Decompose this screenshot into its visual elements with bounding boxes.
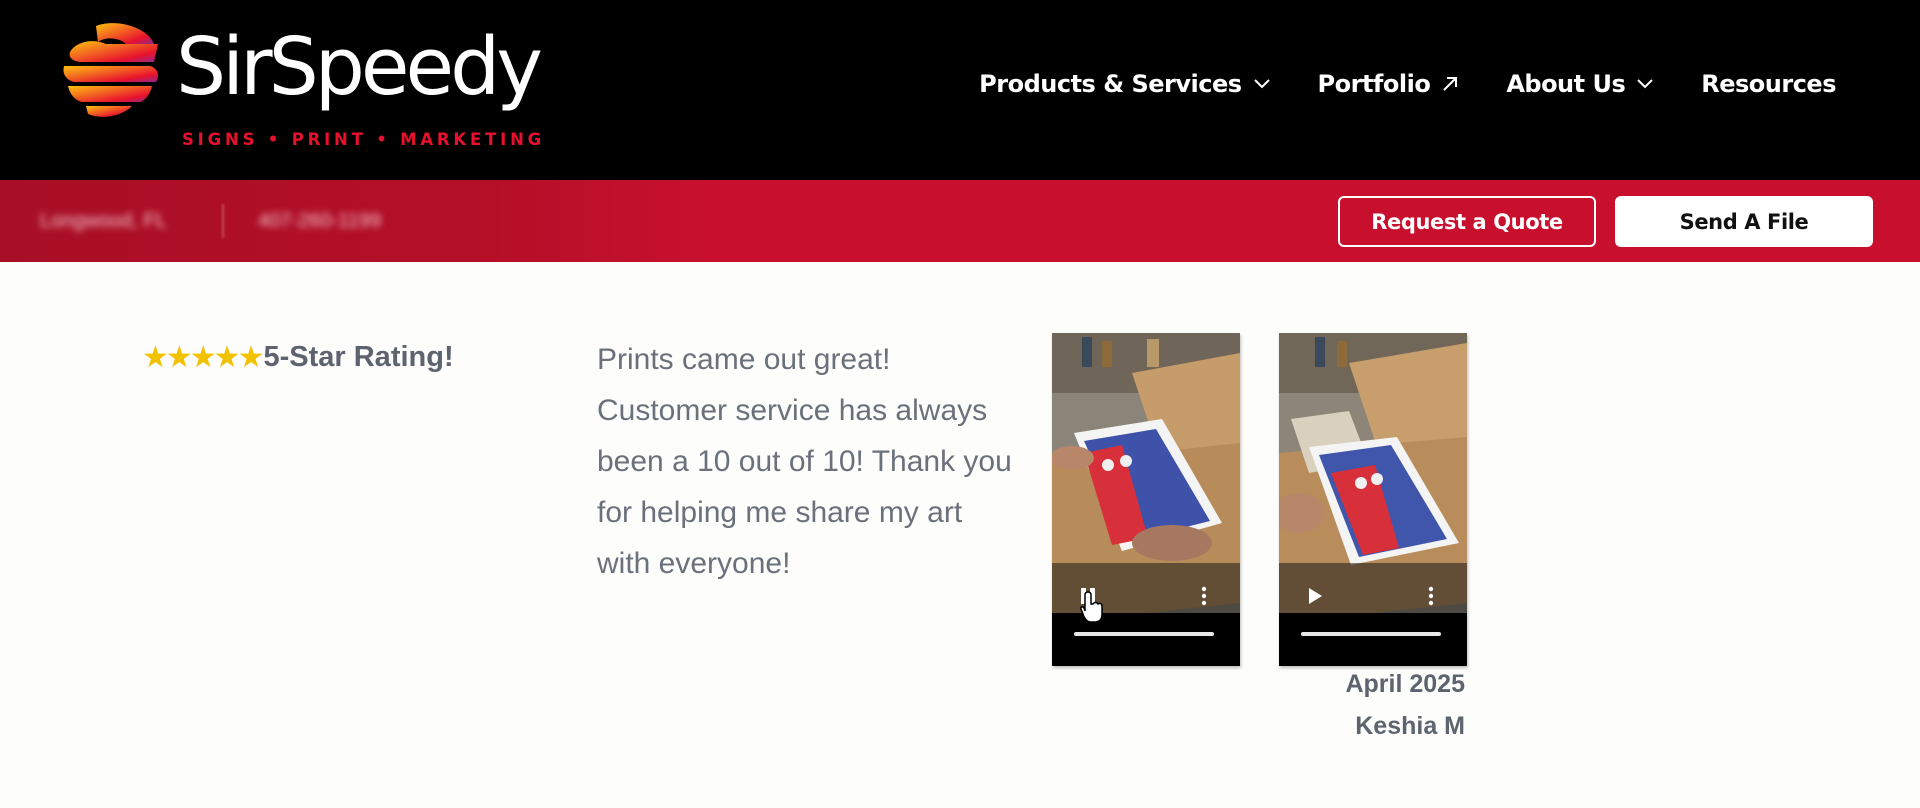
review-author: Keshia M bbox=[1355, 712, 1465, 740]
sirspeedy-logo-mark-icon bbox=[63, 23, 158, 117]
logo-tagline: SIGNS • PRINT • MARKETING bbox=[182, 130, 546, 149]
main-nav: Products & Services Portfolio About Us R… bbox=[931, 64, 1836, 104]
video-progress-bar[interactable] bbox=[1074, 632, 1214, 636]
nav-item-label: Resources bbox=[1701, 70, 1836, 98]
site-header: SirSpeedy SIGNS • PRINT • MARKETING Prod… bbox=[0, 0, 1920, 180]
logo-wordmark: SirSpeedy bbox=[176, 21, 543, 113]
send-file-button[interactable]: Send A File bbox=[1615, 196, 1873, 247]
review-date: April 2025 bbox=[1345, 670, 1465, 698]
request-quote-button[interactable]: Request a Quote bbox=[1338, 196, 1596, 247]
site-logo[interactable]: SirSpeedy SIGNS • PRINT • MARKETING bbox=[62, 20, 546, 155]
nav-item-portfolio[interactable]: Portfolio bbox=[1318, 70, 1459, 98]
nav-item-products-services[interactable]: Products & Services bbox=[979, 70, 1270, 98]
chevron-down-icon bbox=[1637, 79, 1653, 89]
nav-item-resources[interactable]: Resources bbox=[1701, 70, 1836, 98]
review-quote: Prints came out great! Customer service … bbox=[597, 343, 1012, 580]
video-thumbnail bbox=[1279, 333, 1467, 666]
hand-cursor-icon bbox=[1080, 591, 1103, 623]
review-video-2[interactable] bbox=[1279, 333, 1467, 666]
rating: ★★★★★ 5-Star Rating! bbox=[142, 340, 454, 375]
rating-label: 5-Star Rating! bbox=[263, 341, 454, 373]
video-progress-bar[interactable] bbox=[1301, 632, 1441, 636]
more-options-icon[interactable] bbox=[1417, 582, 1445, 610]
divider bbox=[222, 204, 224, 238]
review-video-1[interactable] bbox=[1052, 333, 1240, 666]
nav-item-about-us[interactable]: About Us bbox=[1506, 70, 1653, 98]
more-options-icon[interactable] bbox=[1190, 582, 1218, 610]
external-arrow-icon bbox=[1442, 76, 1458, 92]
nav-item-label: Portfolio bbox=[1317, 70, 1431, 98]
five-star-icon: ★★★★★ bbox=[142, 341, 264, 374]
phone-link[interactable]: 407-260-1199 bbox=[258, 210, 381, 233]
nav-item-label: About Us bbox=[1506, 70, 1626, 98]
location-link[interactable]: Longwood, FL bbox=[40, 210, 167, 233]
chevron-down-icon bbox=[1253, 79, 1270, 89]
play-icon[interactable] bbox=[1301, 582, 1329, 610]
nav-item-label: Products & Services bbox=[979, 70, 1242, 98]
blurred-contact-area: Longwood, FL 407-260-1199 bbox=[0, 180, 710, 262]
